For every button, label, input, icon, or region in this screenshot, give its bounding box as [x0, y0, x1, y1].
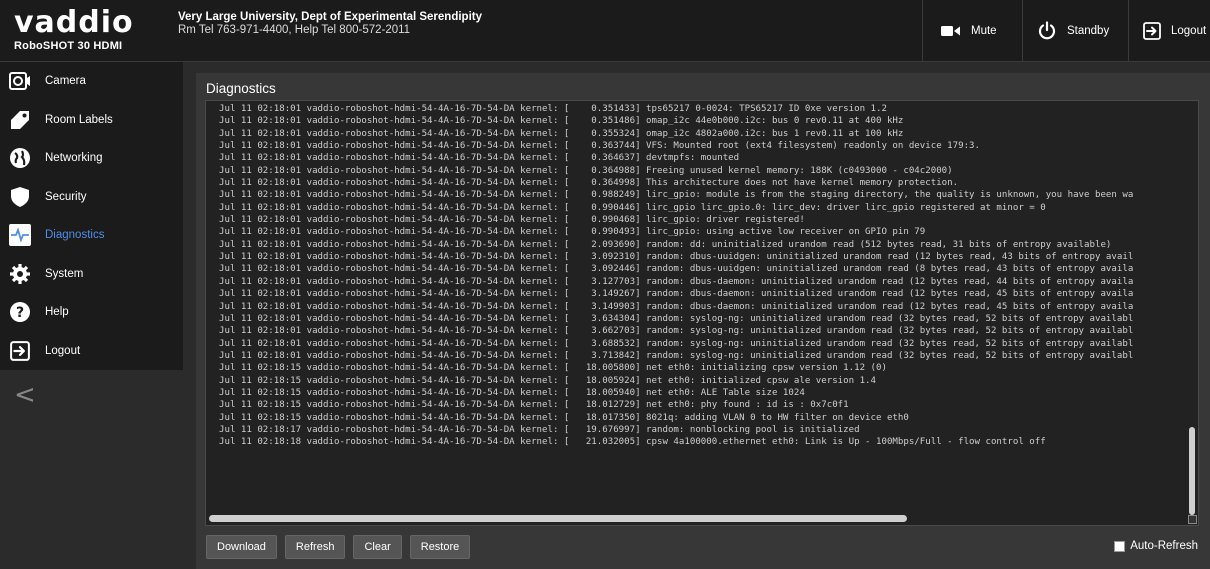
log-line: Jul 11 02:18:01 vaddio-roboshot-hdmi-54-…	[219, 215, 805, 226]
header-logout-button[interactable]: Logout	[1128, 0, 1210, 62]
video-camera-icon	[941, 25, 961, 37]
log-line: Jul 11 02:18:01 vaddio-roboshot-hdmi-54-…	[219, 104, 887, 114]
tag-icon	[9, 109, 31, 131]
log-line: Jul 11 02:18:01 vaddio-roboshot-hdmi-54-…	[219, 153, 740, 164]
action-buttons: Download Refresh Clear Restore	[206, 535, 471, 559]
log-line: Jul 11 02:18:01 vaddio-roboshot-hdmi-54-…	[219, 301, 1134, 312]
gear-icon	[9, 263, 31, 285]
standby-label: Standby	[1067, 25, 1110, 37]
question-icon: ?	[9, 301, 31, 323]
log-line: Jul 11 02:18:15 vaddio-roboshot-hdmi-54-…	[219, 375, 876, 386]
log-line: Jul 11 02:18:01 vaddio-roboshot-hdmi-54-…	[219, 128, 904, 139]
log-line: Jul 11 02:18:01 vaddio-roboshot-hdmi-54-…	[219, 313, 1134, 324]
logout-icon	[9, 340, 31, 362]
standby-button[interactable]: Standby	[1022, 0, 1128, 62]
mute-button[interactable]: Mute	[922, 0, 1022, 62]
sidebar-item-label: Logout	[45, 344, 81, 357]
log-line: Jul 11 02:18:01 vaddio-roboshot-hdmi-54-…	[219, 252, 1134, 263]
product-model: RoboSHOT 30 HDMI	[14, 40, 123, 52]
sidebar-item-label: System	[45, 267, 84, 280]
auto-refresh-toggle[interactable]: Auto-Refresh	[1114, 540, 1198, 552]
sidebar-item-diagnostics[interactable]: Diagnostics	[0, 216, 183, 255]
clear-button[interactable]: Clear	[353, 535, 402, 559]
sidebar-item-room-labels[interactable]: Room Labels	[0, 101, 183, 140]
panel-title: Diagnostics	[206, 81, 276, 96]
organization-phone: Rm Tel 763-971-4400, Help Tel 800-572-20…	[178, 24, 411, 36]
log-line: Jul 11 02:18:01 vaddio-roboshot-hdmi-54-…	[219, 338, 1134, 349]
camera-icon	[9, 70, 31, 92]
power-icon	[1037, 21, 1057, 41]
log-line: Jul 11 02:18:01 vaddio-roboshot-hdmi-54-…	[219, 178, 959, 189]
sidebar-nav: Camera Room Labels Networking Security D…	[0, 62, 183, 370]
log-line: Jul 11 02:18:18 vaddio-roboshot-hdmi-54-…	[219, 437, 1046, 448]
vaddio-logo: vaddio RoboSHOT 30 HDMI	[14, 8, 164, 56]
download-button[interactable]: Download	[206, 535, 277, 559]
sidebar-item-networking[interactable]: Networking	[0, 139, 183, 178]
log-line: Jul 11 02:18:01 vaddio-roboshot-hdmi-54-…	[219, 264, 1134, 275]
log-line: Jul 11 02:18:17 vaddio-roboshot-hdmi-54-…	[219, 424, 860, 435]
diagnostics-panel: Diagnostics Jul 11 02:18:01 vaddio-robos…	[196, 73, 1210, 569]
sidebar-item-label: Camera	[45, 75, 86, 88]
sidebar-item-label: Networking	[45, 152, 103, 165]
vertical-scrollbar[interactable]	[1189, 427, 1195, 515]
sidebar-item-label: Help	[45, 306, 69, 319]
sidebar-item-camera[interactable]: Camera	[0, 62, 183, 101]
log-line: Jul 11 02:18:15 vaddio-roboshot-hdmi-54-…	[219, 387, 805, 398]
sidebar-item-label: Diagnostics	[45, 229, 105, 242]
sidebar-item-help[interactable]: ? Help	[0, 293, 183, 332]
sidebar-item-label: Security	[45, 190, 87, 203]
logout-icon	[1143, 22, 1161, 40]
log-line: Jul 11 02:18:01 vaddio-roboshot-hdmi-54-…	[219, 239, 1112, 250]
sidebar-item-label: Room Labels	[45, 113, 113, 126]
restore-button[interactable]: Restore	[409, 535, 471, 559]
pulse-icon	[9, 224, 31, 247]
log-line: Jul 11 02:18:01 vaddio-roboshot-hdmi-54-…	[219, 289, 1134, 300]
sidebar-item-system[interactable]: System	[0, 255, 183, 294]
top-header: vaddio RoboSHOT 30 HDMI Very Large Unive…	[0, 0, 1210, 62]
globe-icon	[9, 147, 31, 169]
collapse-sidebar-button[interactable]: <	[14, 380, 36, 410]
log-line: Jul 11 02:18:01 vaddio-roboshot-hdmi-54-…	[219, 190, 1134, 201]
log-line: Jul 11 02:18:01 vaddio-roboshot-hdmi-54-…	[219, 227, 926, 238]
logout-label: Logout	[1171, 25, 1207, 37]
log-line: Jul 11 02:18:15 vaddio-roboshot-hdmi-54-…	[219, 363, 887, 374]
log-line: Jul 11 02:18:01 vaddio-roboshot-hdmi-54-…	[219, 165, 953, 176]
log-line: Jul 11 02:18:01 vaddio-roboshot-hdmi-54-…	[219, 326, 1134, 337]
refresh-button[interactable]: Refresh	[284, 535, 346, 559]
organization-info: Very Large University, Dept of Experimen…	[178, 11, 482, 37]
organization-name: Very Large University, Dept of Experimen…	[178, 11, 482, 23]
logo-wordmark: vaddio	[14, 5, 134, 40]
log-line: Jul 11 02:18:15 vaddio-roboshot-hdmi-54-…	[219, 400, 849, 411]
horizontal-scrollbar[interactable]	[209, 515, 907, 522]
log-line: Jul 11 02:18:01 vaddio-roboshot-hdmi-54-…	[219, 202, 1046, 213]
log-line: Jul 11 02:18:01 vaddio-roboshot-hdmi-54-…	[219, 116, 904, 127]
auto-refresh-checkbox[interactable]	[1114, 540, 1126, 552]
auto-refresh-label: Auto-Refresh	[1130, 540, 1198, 552]
log-line: Jul 11 02:18:15 vaddio-roboshot-hdmi-54-…	[219, 412, 909, 423]
resize-handle[interactable]	[1188, 515, 1197, 524]
log-line: Jul 11 02:18:01 vaddio-roboshot-hdmi-54-…	[219, 141, 981, 152]
log-viewer[interactable]: Jul 11 02:18:01 vaddio-roboshot-hdmi-54-…	[205, 100, 1199, 526]
sidebar-item-security[interactable]: Security	[0, 178, 183, 217]
log-lines: Jul 11 02:18:01 vaddio-roboshot-hdmi-54-…	[219, 103, 1133, 449]
log-line: Jul 11 02:18:01 vaddio-roboshot-hdmi-54-…	[219, 276, 1134, 287]
sidebar-item-logout[interactable]: Logout	[0, 332, 183, 371]
log-line: Jul 11 02:18:01 vaddio-roboshot-hdmi-54-…	[219, 350, 1134, 361]
shield-icon	[9, 186, 31, 208]
mute-label: Mute	[971, 25, 997, 37]
svg-text:?: ?	[16, 305, 24, 321]
